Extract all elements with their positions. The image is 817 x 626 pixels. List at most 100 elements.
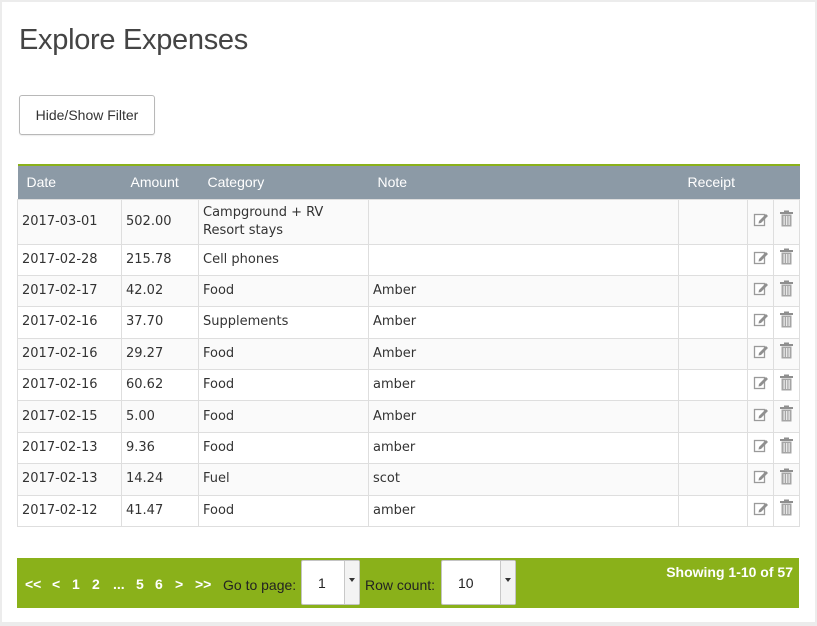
category-cell: Food: [198, 337, 369, 371]
last-page-link[interactable]: >>: [195, 576, 211, 592]
edit-icon[interactable]: [753, 280, 769, 302]
category-cell: Supplements: [198, 306, 369, 339]
date-cell: 2017-02-16: [17, 337, 122, 371]
trash-icon[interactable]: [779, 437, 794, 460]
trash-icon[interactable]: [779, 468, 794, 491]
delete-cell: [773, 494, 800, 528]
pagination-bar: << < 1 2 ... 5 6 > >> Go to page: 1 Row …: [17, 558, 799, 608]
page-title: Explore Expenses: [19, 24, 248, 56]
trash-icon[interactable]: [779, 342, 794, 365]
note-cell: Amber: [368, 337, 679, 371]
table-row: 2017-02-28 215.78 Cell phones: [17, 243, 800, 276]
category-cell: Fuel: [198, 463, 369, 496]
next-page-link[interactable]: >: [175, 576, 183, 592]
note-cell: amber: [368, 369, 679, 402]
first-page-link[interactable]: <<: [25, 576, 41, 592]
table-row: 2017-02-16 29.27 Food Amber: [17, 337, 800, 371]
row-count-label: Row count:: [365, 577, 436, 593]
table-row: 2017-02-13 14.24 Fuel scot: [17, 463, 800, 496]
receipt-cell: [678, 400, 748, 433]
page-link-1[interactable]: 1: [72, 576, 80, 592]
amount-cell: 9.36: [121, 431, 199, 465]
edit-cell: [747, 306, 774, 339]
row-count-value: 10: [458, 575, 474, 591]
category-cell: Cell phones: [198, 243, 369, 276]
note-cell: Amber: [368, 274, 679, 308]
amount-cell: 5.00: [121, 400, 199, 433]
edit-cell: [747, 494, 774, 528]
delete-cell: [773, 243, 800, 276]
delete-cell: [773, 400, 800, 433]
date-cell: 2017-02-13: [17, 463, 122, 496]
edit-icon[interactable]: [753, 406, 769, 428]
column-header-category[interactable]: Category: [199, 165, 369, 199]
note-cell: Amber: [368, 306, 679, 339]
delete-cell: [773, 274, 800, 308]
receipt-cell: [678, 369, 748, 402]
trash-icon[interactable]: [779, 248, 794, 271]
table-row: 2017-02-12 41.47 Food amber: [17, 494, 800, 528]
trash-icon[interactable]: [779, 374, 794, 397]
amount-cell: 41.47: [121, 494, 199, 528]
delete-cell: [773, 306, 800, 339]
trash-icon[interactable]: [779, 405, 794, 428]
page-link-2[interactable]: 2: [92, 576, 100, 592]
amount-cell: 14.24: [121, 463, 199, 496]
date-cell: 2017-02-12: [17, 494, 122, 528]
category-cell: Food: [198, 494, 369, 528]
delete-cell: [773, 369, 800, 402]
column-header-receipt[interactable]: Receipt: [679, 165, 748, 199]
table-row: 2017-02-16 60.62 Food amber: [17, 369, 800, 402]
goto-page-select[interactable]: 1: [301, 560, 360, 605]
table-header-row: Date Amount Category Note Receipt: [17, 165, 800, 199]
amount-cell: 60.62: [121, 369, 199, 402]
edit-icon[interactable]: [753, 311, 769, 333]
page-ellipsis: ...: [113, 576, 125, 592]
date-cell: 2017-02-17: [17, 274, 122, 308]
edit-icon[interactable]: [753, 468, 769, 490]
edit-icon[interactable]: [753, 249, 769, 271]
trash-icon[interactable]: [779, 210, 794, 233]
category-cell: Food: [198, 274, 369, 308]
page-link-5[interactable]: 5: [136, 576, 144, 592]
edit-cell: [747, 198, 774, 245]
edit-icon[interactable]: [753, 437, 769, 459]
amount-cell: 42.02: [121, 274, 199, 308]
receipt-cell: [678, 494, 748, 528]
amount-cell: 37.70: [121, 306, 199, 339]
column-header-amount[interactable]: Amount: [122, 165, 199, 199]
column-header-note[interactable]: Note: [369, 165, 679, 199]
column-header-date[interactable]: Date: [18, 165, 122, 199]
date-cell: 2017-02-15: [17, 400, 122, 433]
edit-icon[interactable]: [753, 500, 769, 522]
receipt-cell: [678, 463, 748, 496]
edit-cell: [747, 431, 774, 465]
edit-icon[interactable]: [753, 374, 769, 396]
trash-icon[interactable]: [779, 280, 794, 303]
note-cell: scot: [368, 463, 679, 496]
table-row: 2017-02-17 42.02 Food Amber: [17, 274, 800, 308]
note-cell: amber: [368, 494, 679, 528]
row-count-select[interactable]: 10: [441, 560, 516, 605]
delete-cell: [773, 463, 800, 496]
trash-icon[interactable]: [779, 311, 794, 334]
category-cell: Food: [198, 431, 369, 465]
table-row: 2017-03-01 502.00 Campground + RV Resort s…: [17, 198, 800, 245]
receipt-cell: [678, 306, 748, 339]
date-cell: 2017-02-16: [17, 306, 122, 339]
prev-page-link[interactable]: <: [52, 576, 60, 592]
edit-cell: [747, 243, 774, 276]
hide-show-filter-button[interactable]: Hide/Show Filter: [19, 95, 155, 135]
note-cell: [368, 243, 679, 276]
trash-icon[interactable]: [779, 499, 794, 522]
amount-cell: 29.27: [121, 337, 199, 371]
delete-cell: [773, 198, 800, 245]
receipt-cell: [678, 431, 748, 465]
date-cell: 2017-02-16: [17, 369, 122, 402]
column-header-edit: [748, 165, 774, 199]
page-link-6[interactable]: 6: [155, 576, 163, 592]
edit-icon[interactable]: [753, 211, 769, 233]
date-cell: 2017-02-28: [17, 243, 122, 276]
receipt-cell: [678, 198, 748, 245]
edit-icon[interactable]: [753, 343, 769, 365]
